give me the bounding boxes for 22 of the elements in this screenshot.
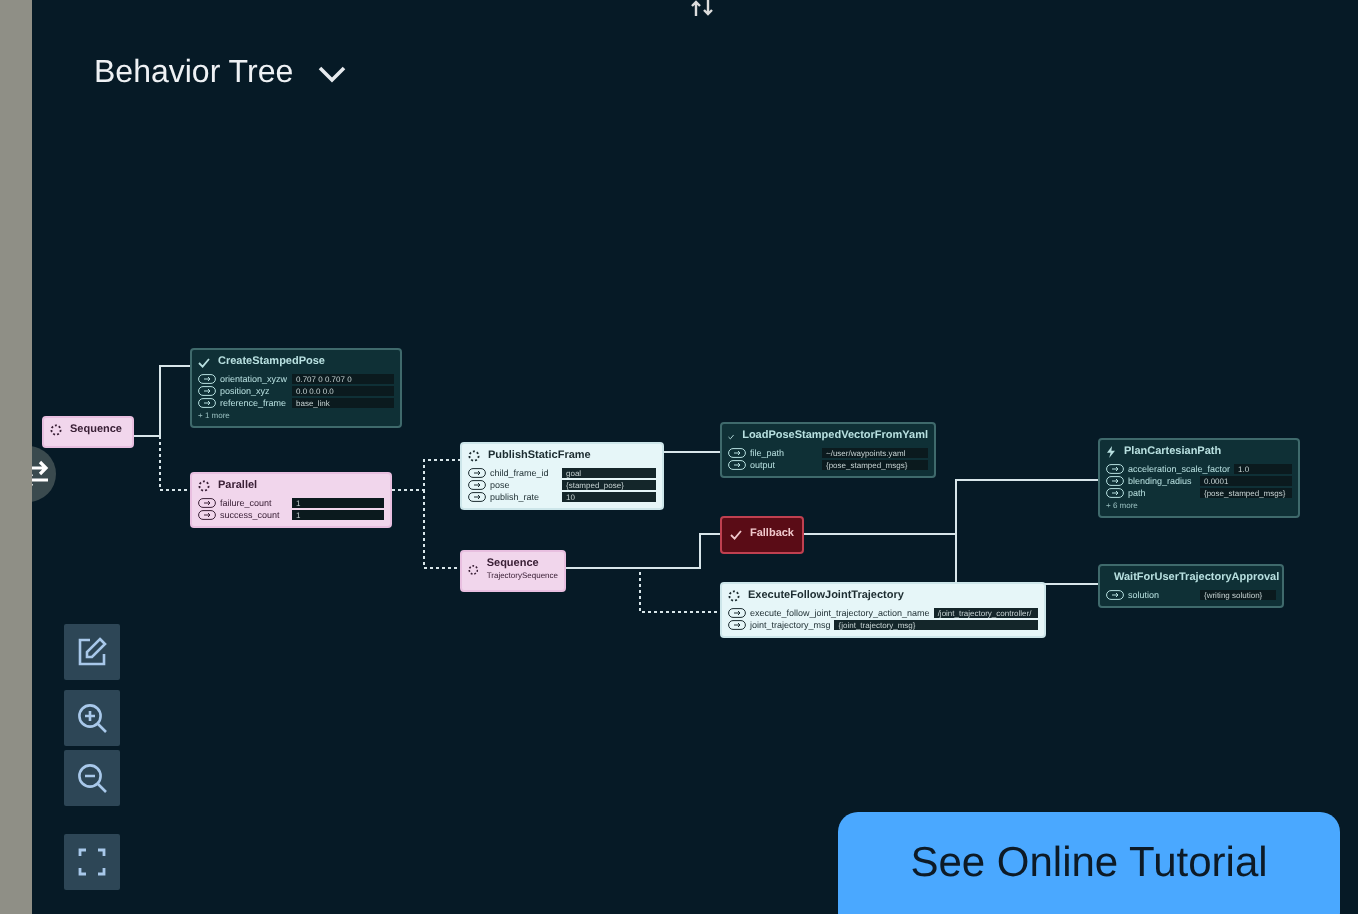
loading-icon: [198, 480, 210, 492]
loading-icon: [50, 424, 62, 436]
page-title: Behavior Tree: [94, 56, 294, 92]
see-tutorial-button[interactable]: See Online Tutorial: [838, 812, 1340, 914]
chevron-down-icon[interactable]: [317, 65, 346, 83]
lightning-icon: [1106, 446, 1116, 458]
fullscreen-button[interactable]: [64, 834, 120, 890]
loading-icon: [468, 563, 479, 575]
zoom-in-button[interactable]: [64, 690, 120, 746]
edit-icon: [76, 636, 108, 668]
port-arrow-icon: [1106, 590, 1124, 600]
zoom-out-button[interactable]: [64, 750, 120, 806]
edit-button[interactable]: [64, 624, 120, 680]
loading-icon: [728, 590, 740, 602]
zoom-in-icon: [76, 702, 108, 734]
check-icon: [730, 529, 742, 539]
vertical-arrows-icon[interactable]: [690, 0, 714, 16]
check-icon: [198, 357, 210, 367]
zoom-out-icon: [76, 762, 108, 794]
fullscreen-icon: [78, 848, 106, 876]
connector-line: [663, 451, 721, 453]
loading-icon: [468, 450, 480, 462]
